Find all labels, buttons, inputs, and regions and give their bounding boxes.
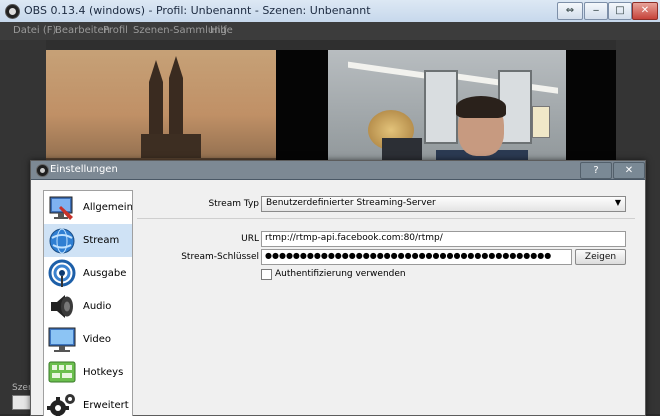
- sidebar-item-label: Erweitert: [83, 400, 129, 411]
- speaker-icon: [51, 295, 73, 318]
- restore-icon[interactable]: ⇔: [557, 2, 583, 20]
- window-title: OBS 0.13.4 (windows) - Profil: Unbenannt…: [24, 4, 371, 17]
- url-input[interactable]: rtmp://rtmp-api.facebook.com:80/rtmp/: [261, 231, 626, 247]
- use-auth-label: Authentifizierung verwenden: [275, 269, 406, 279]
- menu-profile[interactable]: Profil: [103, 25, 128, 36]
- sidebar-item-stream[interactable]: Stream: [44, 224, 132, 257]
- settings-title: Einstellungen: [50, 164, 118, 175]
- url-value: rtmp://rtmp-api.facebook.com:80/rtmp/: [265, 233, 443, 243]
- gears-icon: [47, 394, 75, 416]
- sidebar-item-label: Audio: [83, 301, 112, 312]
- stream-key-label: Stream-Schlüssel: [181, 252, 259, 262]
- show-key-button[interactable]: Zeigen: [575, 249, 626, 265]
- sidebar-item-video[interactable]: Video: [44, 323, 132, 356]
- maximize-button[interactable]: □: [608, 2, 632, 20]
- use-auth-checkbox[interactable]: [261, 269, 272, 280]
- menu-help[interactable]: Hilfe: [210, 25, 233, 36]
- stream-key-input[interactable]: ●●●●●●●●●●●●●●●●●●●●●●●●●●●●●●●●●●●●●●●●…: [261, 249, 572, 265]
- preview-black-bar: [276, 50, 328, 168]
- menu-bar: Datei (F) Bearbeiten Profil Szenen-Samml…: [0, 22, 660, 41]
- menu-edit[interactable]: Bearbeiten: [55, 25, 110, 36]
- scenes-list[interactable]: [12, 395, 32, 410]
- settings-titlebar[interactable]: Einstellungen ? ✕: [31, 161, 645, 180]
- stream-type-value: Benutzerdefinierter Streaming-Server: [266, 198, 436, 208]
- globe-stream-icon: [49, 228, 75, 254]
- sidebar-item-label: Ausgabe: [83, 268, 127, 279]
- stream-type-label: Stream Typ: [208, 199, 259, 209]
- section-divider: [137, 218, 635, 219]
- sidebar-item-erweitert[interactable]: Erweitert: [44, 389, 132, 416]
- settings-sidebar: Allgemein Stream Ausgabe Audio Video Hot…: [43, 190, 133, 416]
- close-dialog-button[interactable]: ✕: [613, 162, 645, 179]
- settings-body: Allgemein Stream Ausgabe Audio Video Hot…: [31, 180, 645, 416]
- close-window-button[interactable]: ✕: [632, 2, 658, 20]
- keyboard-icon: [48, 361, 76, 383]
- settings-dialog: Einstellungen ? ✕ Allgemein Stream Ausga…: [30, 160, 646, 416]
- stream-type-select[interactable]: Benutzerdefinierter Streaming-Server ▼: [261, 196, 626, 212]
- stream-settings-panel: Stream Typ Benutzerdefinierter Streaming…: [137, 180, 645, 415]
- sidebar-item-hotkeys[interactable]: Hotkeys: [44, 356, 132, 389]
- sidebar-item-ausgabe[interactable]: Ausgabe: [44, 257, 132, 290]
- main-titlebar[interactable]: OBS 0.13.4 (windows) - Profil: Unbenannt…: [0, 0, 660, 23]
- obs-logo-icon: [5, 4, 20, 19]
- preview-webcam-image: [328, 50, 566, 168]
- monitor-icon: [48, 327, 76, 352]
- sidebar-item-label: Stream: [83, 235, 120, 246]
- minimize-button[interactable]: ‒: [584, 2, 608, 20]
- menu-file[interactable]: Datei (F): [13, 25, 56, 36]
- preview-cathedral-image: [46, 50, 276, 168]
- url-label: URL: [241, 234, 259, 244]
- preview-black-bar-right: [566, 50, 616, 168]
- stream-key-value: ●●●●●●●●●●●●●●●●●●●●●●●●●●●●●●●●●●●●●●●●…: [265, 251, 552, 260]
- monitor-settings-icon: [49, 196, 73, 220]
- sidebar-item-label: Hotkeys: [83, 367, 124, 378]
- chevron-down-icon: ▼: [614, 198, 621, 207]
- sidebar-item-allgemein[interactable]: Allgemein: [44, 191, 132, 224]
- obs-logo-icon: [36, 164, 49, 177]
- help-button[interactable]: ?: [580, 162, 612, 179]
- sidebar-item-label: Allgemein: [83, 202, 133, 213]
- sidebar-item-audio[interactable]: Audio: [44, 290, 132, 323]
- cathedral-silhouette: [141, 56, 201, 168]
- sidebar-item-label: Video: [83, 334, 112, 345]
- broadcast-icon: [48, 259, 76, 287]
